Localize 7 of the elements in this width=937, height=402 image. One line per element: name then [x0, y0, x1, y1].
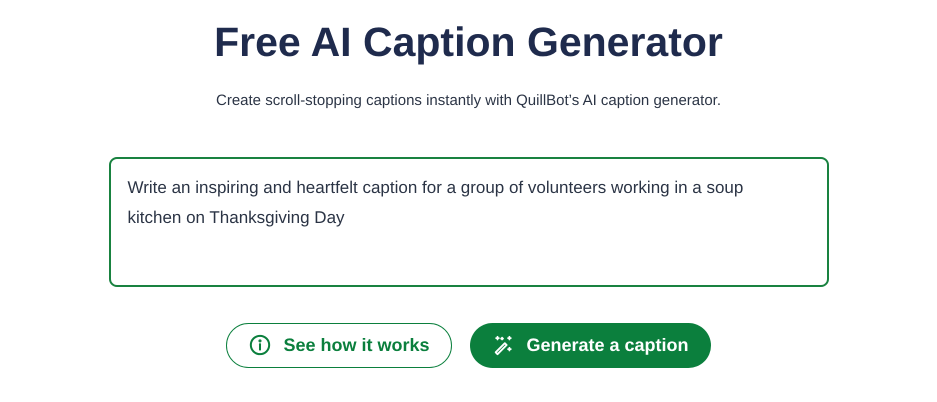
prompt-field[interactable]: Write an inspiring and heartfelt caption for a group of volunteers working in a soup kitchen on Thanksgiving Day: [108, 156, 828, 286]
info-icon: [249, 334, 272, 356]
generate-button[interactable]: Generate a caption: [470, 322, 711, 368]
magic-wand-icon: [492, 334, 514, 356]
subtitle: Create scroll-stopping captions instantly with QuillBot’s AI caption generator.: [216, 91, 721, 111]
how-it-works-button[interactable]: See how it works: [226, 322, 452, 368]
page-title: Free AI Caption Generator: [214, 18, 723, 67]
